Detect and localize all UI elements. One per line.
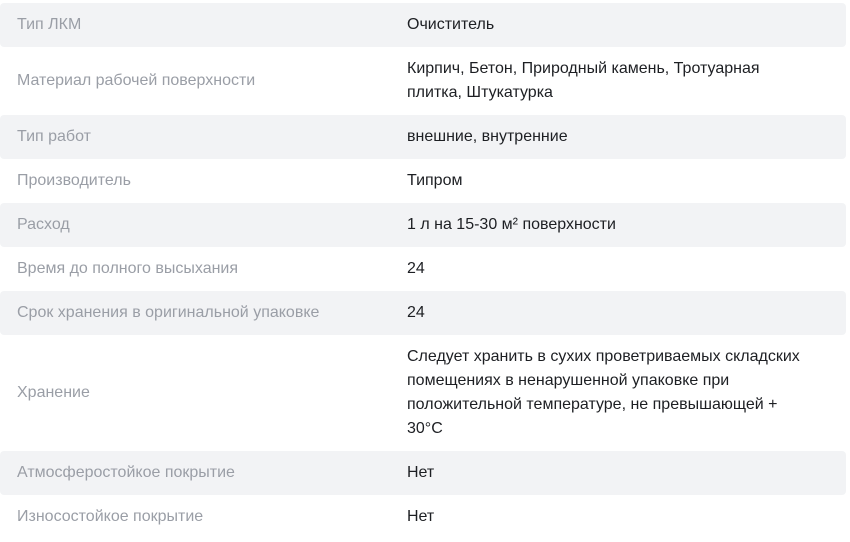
spec-label: Атмосферостойкое покрытие <box>17 464 235 481</box>
spec-row-weather-resistant: Атмосферостойкое покрытие Нет <box>0 451 846 495</box>
spec-label: Материал рабочей поверхности <box>17 72 256 89</box>
spec-label: Тип работ <box>17 128 91 145</box>
spec-value: Очиститель <box>407 16 495 33</box>
spec-row-shelf-life: Срок хранения в оригинальной упаковке 24 <box>0 291 846 335</box>
spec-label: Износостойкое покрытие <box>17 508 204 525</box>
spec-value: 24 <box>407 260 425 277</box>
spec-row-paint-type: Тип ЛКМ Очиститель <box>0 3 846 47</box>
spec-value: 24 <box>407 304 425 321</box>
spec-value: внешние, внутренние <box>407 128 568 145</box>
spec-row-surface-material: Материал рабочей поверхности Кирпич, Бет… <box>0 47 846 115</box>
spec-row-manufacturer: Производитель Типром <box>0 159 846 203</box>
specifications-table: Тип ЛКМ Очиститель Материал рабочей пове… <box>0 3 846 539</box>
spec-label: Срок хранения в оригинальной упаковке <box>17 304 320 321</box>
spec-row-wear-resistant: Износостойкое покрытие Нет <box>0 495 846 539</box>
spec-value: Нет <box>407 508 435 525</box>
spec-value: 1 л на 15-30 м² поверхности <box>407 216 616 233</box>
spec-value: Типром <box>407 172 463 189</box>
spec-label: Хранение <box>17 384 90 401</box>
spec-row-storage: Хранение Следует хранить в сухих проветр… <box>0 335 846 451</box>
spec-row-work-type: Тип работ внешние, внутренние <box>0 115 846 159</box>
spec-row-consumption: Расход 1 л на 15-30 м² поверхности <box>0 203 846 247</box>
spec-label: Время до полного высыхания <box>17 260 239 277</box>
spec-value: Следует хранить в сухих проветриваемых с… <box>407 348 800 437</box>
spec-label: Расход <box>17 216 70 233</box>
spec-label: Тип ЛКМ <box>17 16 82 33</box>
spec-value: Нет <box>407 464 435 481</box>
spec-value: Кирпич, Бетон, Природный камень, Тротуар… <box>407 60 760 101</box>
spec-label: Производитель <box>17 172 131 189</box>
spec-row-drying-time: Время до полного высыхания 24 <box>0 247 846 291</box>
